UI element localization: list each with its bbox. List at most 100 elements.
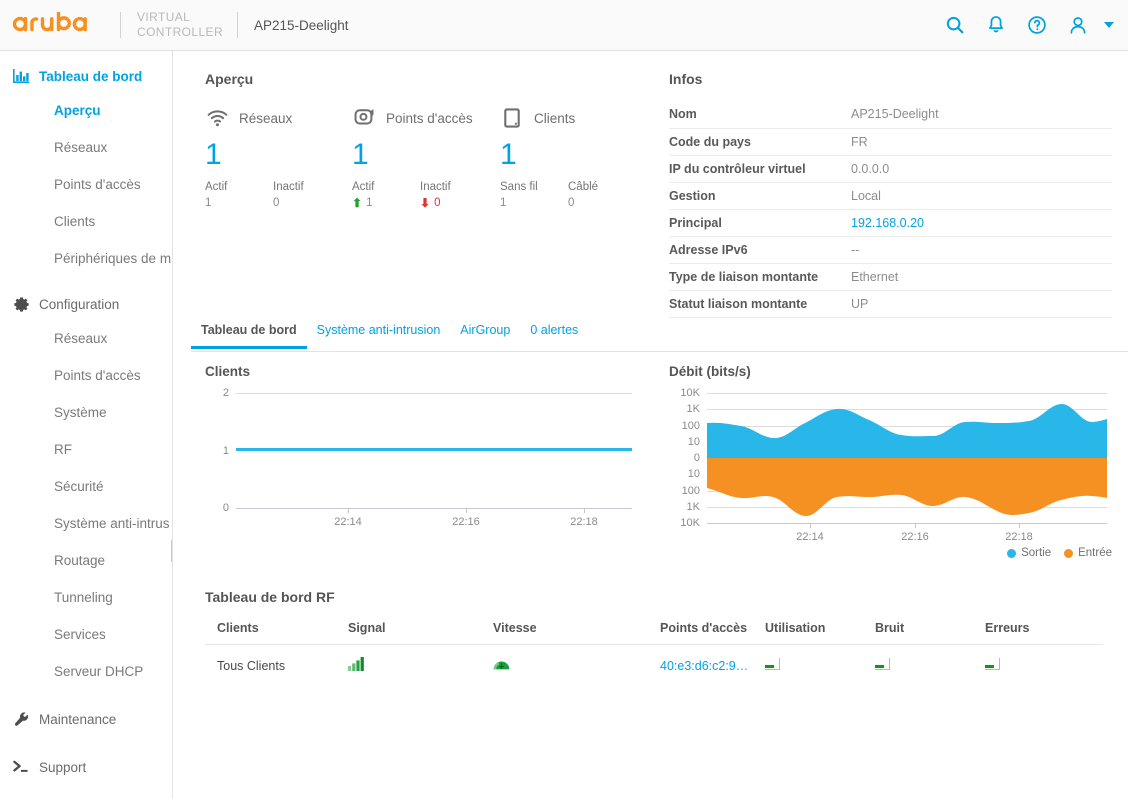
infos-key: Type de liaison montante — [669, 263, 851, 291]
column-header-clients[interactable]: Clients — [205, 621, 348, 645]
sidebar-group-support[interactable]: Support — [0, 751, 172, 783]
sidebar-item-config-reseaux[interactable]: Réseaux — [0, 320, 172, 357]
sidebar-item-points-dacces[interactable]: Points d'accès — [0, 166, 172, 203]
sidebar-item-config-points-dacces[interactable]: Points d'accès — [0, 357, 172, 394]
overview-stat-actif: Actif ⬆ 1 — [352, 181, 420, 209]
tab-tableau-de-bord[interactable]: Tableau de bord — [191, 323, 307, 349]
overview-stat-inactif: Inactif ⬇ 0 — [420, 181, 488, 209]
column-header-signal[interactable]: Signal — [348, 621, 493, 645]
dashboard-tabs: Tableau de bord Système anti-intrusion A… — [191, 323, 1128, 352]
debit-chart-panel: Débit (bits/s) 10K 1K 100 10 0 10 100 1K… — [669, 364, 1112, 559]
column-header-bruit[interactable]: Bruit — [875, 621, 985, 645]
x-tick-label: 22:18 — [1005, 531, 1033, 543]
overview-stat-label: Inactif — [273, 181, 304, 193]
sidebar-item-clients[interactable]: Clients — [0, 203, 172, 240]
table-row: Type de liaison montante Ethernet — [669, 263, 1112, 291]
sidebar-item-apercu[interactable]: Aperçu — [0, 92, 172, 129]
x-tick-label: 22:16 — [901, 531, 929, 543]
ap-link[interactable]: 40:e3:d6:c2:9… — [660, 659, 748, 673]
mini-bar-chart-icon — [985, 658, 1000, 671]
legend-item-entree[interactable]: Entrée — [1064, 547, 1112, 559]
overview-stat-label: Câblé — [568, 181, 599, 193]
overview-card-points-dacces[interactable]: Points d'accès 1 Actif ⬆ 1 Inactif ⬇ 0 — [352, 106, 500, 209]
table-row: Code du pays FR — [669, 128, 1112, 156]
sidebar-item-label: Sécurité — [54, 479, 104, 494]
sidebar-item-config-tunneling[interactable]: Tunneling — [0, 579, 172, 616]
sidebar-group-maintenance[interactable]: Maintenance — [0, 703, 172, 735]
table-row[interactable]: 40:e3:d6:c2:9… — [660, 645, 1103, 675]
column-header-erreurs[interactable]: Erreurs — [985, 621, 1103, 645]
overview-stat-value: ⬆ 1 — [352, 196, 373, 210]
y-tick-label: 10 — [687, 468, 700, 481]
clients-chart-panel: Clients 2 1 0 22:14 22:16 22:18 — [205, 364, 645, 528]
sidebar-item-reseaux[interactable]: Réseaux — [0, 129, 172, 166]
x-tick-label: 22:18 — [570, 516, 598, 528]
arrow-down-icon: ⬇ — [420, 196, 431, 210]
overview-stat-label: Inactif — [420, 181, 451, 193]
tab-airgroup[interactable]: AirGroup — [450, 323, 520, 346]
sidebar-item-label: Système anti-intrus — [54, 516, 170, 531]
infos-key: Principal — [669, 209, 851, 237]
chevron-down-icon[interactable] — [1104, 22, 1114, 28]
overview-card-count: 1 — [352, 138, 369, 171]
help-icon[interactable] — [1026, 14, 1048, 36]
column-header-utilisation[interactable]: Utilisation — [765, 621, 875, 645]
clients-chart-plot[interactable]: 2 1 0 22:14 22:16 22:18 — [223, 387, 632, 528]
sidebar-item-config-systeme-anti-intrusion[interactable]: Système anti-intrus — [0, 505, 172, 542]
virtual-controller-label: VIRTUAL CONTROLLER — [137, 10, 223, 40]
top-bar: VIRTUAL CONTROLLER AP215-Deelight — [0, 0, 1128, 51]
table-row: Statut liaison montante UP — [669, 290, 1112, 318]
sidebar-item-config-rf[interactable]: RF — [0, 431, 172, 468]
sortie-area — [707, 403, 1107, 458]
sidebar-item-label: Réseaux — [54, 331, 108, 346]
rf-utilisation-cell — [765, 645, 875, 675]
column-header-vitesse[interactable]: Vitesse — [493, 621, 660, 645]
rf-clients-table: Clients Signal Vitesse Tous Clients — [205, 621, 660, 675]
legend-item-sortie[interactable]: Sortie — [1007, 547, 1051, 559]
table-row: Principal 192.168.0.20 — [669, 209, 1112, 237]
sidebar-group-configuration[interactable]: Configuration — [0, 288, 172, 320]
debit-chart-plot[interactable]: 10K 1K 100 10 0 10 100 1K 10K 22:14 22:1… — [680, 387, 1107, 543]
x-tick-label: 22:14 — [334, 516, 362, 528]
sidebar-item-peripheriques-de-maillage[interactable]: Périphériques de m — [0, 240, 172, 277]
overview-stat-value: ⬇ 0 — [420, 196, 441, 210]
sidebar-item-config-systeme[interactable]: Système — [0, 394, 172, 431]
sidebar-item-label: Aperçu — [54, 103, 101, 118]
arrow-up-icon: ⬆ — [352, 196, 363, 210]
infos-value: AP215-Deelight — [851, 101, 1112, 129]
sidebar-item-label: Services — [54, 627, 106, 642]
gauge-icon — [493, 661, 510, 670]
sidebar-item-config-serveur-dhcp[interactable]: Serveur DHCP — [0, 653, 172, 690]
table-row[interactable]: Tous Clients — [205, 645, 660, 675]
sidebar-item-config-routage[interactable]: Routage — [0, 542, 172, 579]
sidebar-group-label: Support — [39, 759, 87, 775]
search-icon[interactable] — [944, 14, 966, 36]
overview-card-reseaux[interactable]: Réseaux 1 Actif 1 Inactif 0 — [205, 106, 352, 209]
sidebar-item-config-services[interactable]: Services — [0, 616, 172, 653]
column-header-points-dacces[interactable]: Points d'accès — [660, 621, 765, 645]
overview-card-clients[interactable]: Clients 1 Sans fil 1 Câblé 0 — [500, 106, 640, 209]
tab-alertes[interactable]: 0 alertes — [520, 323, 588, 346]
bell-icon[interactable] — [985, 14, 1007, 36]
overview-stat-value: 0 — [273, 197, 280, 209]
overview-title: Aperçu — [205, 71, 254, 87]
bar-chart-icon — [11, 66, 31, 86]
sidebar-item-label: Serveur DHCP — [54, 664, 144, 679]
overview-stat-value: 1 — [205, 197, 212, 209]
rf-ap-name-cell: 40:e3:d6:c2:9… — [660, 645, 765, 675]
overview-stat-label: Actif — [205, 181, 228, 193]
sidebar-group-tableau-de-bord[interactable]: Tableau de bord — [0, 60, 172, 92]
sidebar-item-config-securite[interactable]: Sécurité — [0, 468, 172, 505]
user-icon[interactable] — [1067, 14, 1089, 36]
entree-area — [707, 458, 1107, 517]
infos-value: Ethernet — [851, 263, 1112, 291]
principal-ip-link[interactable]: 192.168.0.20 — [851, 216, 924, 230]
wifi-icon — [205, 106, 229, 130]
infos-value: UP — [851, 290, 1112, 318]
wrench-icon — [11, 709, 31, 729]
legend-dot-entree — [1064, 548, 1074, 558]
tab-systeme-anti-intrusion[interactable]: Système anti-intrusion — [307, 323, 451, 346]
rf-dashboard-title: Tableau de bord RF — [205, 589, 335, 605]
sidebar-item-label: Tunneling — [54, 590, 113, 605]
aruba-logo[interactable] — [12, 10, 104, 40]
